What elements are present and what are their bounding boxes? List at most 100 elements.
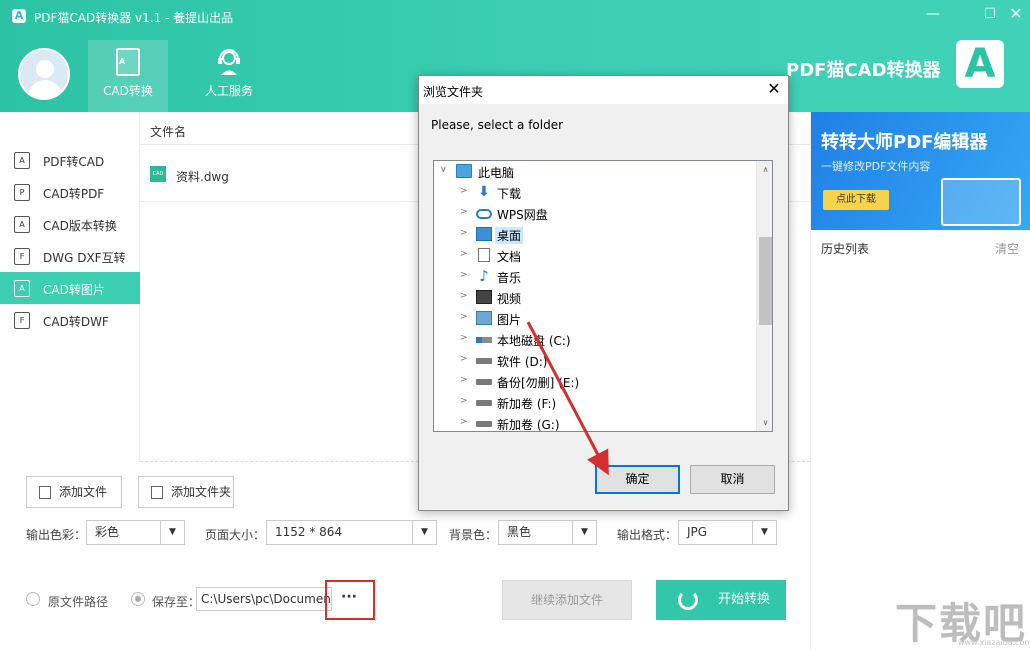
expand-icon[interactable]: > [460, 396, 470, 406]
expand-icon[interactable]: > [460, 249, 470, 259]
expand-icon[interactable]: > [460, 417, 470, 427]
tab-cad-convert[interactable]: A CAD转换 [88, 40, 168, 112]
expand-icon[interactable]: ∨ [440, 165, 450, 175]
expand-icon[interactable]: > [460, 354, 470, 364]
tree-item-drive-e[interactable]: > 备份[勿删] (E:) [434, 371, 752, 392]
cad-file-icon: CAD [150, 166, 166, 182]
output-color-label: 输出色彩： [26, 528, 87, 542]
sidebar-item-pdf-to-cad[interactable]: A PDF转CAD [0, 144, 140, 176]
expand-icon[interactable]: > [460, 186, 470, 196]
sidebar-item-cad-to-image[interactable]: A CAD转图片 [0, 272, 140, 304]
brand-name: PDF猫CAD转换器 [786, 60, 941, 81]
browse-folder-dialog: 浏览文件夹 ✕ Please, select a folder ∨ 此电脑 > … [418, 75, 789, 511]
expand-icon[interactable]: > [460, 207, 470, 217]
tree-item-drive-f[interactable]: > 新加卷 (F:) [434, 392, 752, 413]
tree-item-label: 备份[勿删] (E:) [497, 376, 580, 390]
cad-version-icon: A [14, 216, 30, 233]
dwg-dxf-icon: F [14, 248, 30, 265]
laptop-icon [941, 178, 1021, 226]
tab-human-service[interactable]: 人工服务 [189, 40, 269, 112]
tree-item-desktop[interactable]: > 桌面 [434, 224, 752, 245]
tree-item-wps-drive[interactable]: > WPS网盘 [434, 203, 752, 224]
refresh-icon [678, 590, 698, 610]
ad-title: 转转大师PDF编辑器 [821, 132, 988, 153]
scroll-up-icon[interactable]: ∧ [757, 161, 772, 178]
history-title: 历史列表 [821, 242, 870, 256]
expand-icon[interactable]: > [460, 270, 470, 280]
tree-item-label: 图片 [497, 313, 522, 327]
page-size-select[interactable]: 1152 * 864 ▼ [266, 520, 437, 545]
avatar-body-icon [28, 80, 62, 98]
scroll-down-icon[interactable]: ∨ [757, 414, 772, 431]
save-path-input[interactable]: C:\Users\pc\Documents [196, 587, 332, 611]
drive-icon [476, 358, 492, 364]
output-color-value: 彩色 [95, 525, 120, 539]
tree-item-documents[interactable]: > 文档 [434, 245, 752, 266]
download-icon: ⬇ [478, 184, 490, 200]
dialog-description: Please, select a folder [431, 118, 564, 132]
tree-item-drive-c[interactable]: > 本地磁盘 (C:) [434, 329, 752, 350]
cad-to-pdf-icon: P [14, 184, 30, 201]
sidebar-item-label: CAD转DWF [43, 315, 109, 329]
sidebar-item-cad-to-pdf[interactable]: P CAD转PDF [0, 176, 140, 208]
expand-icon[interactable]: > [460, 228, 470, 238]
pictures-icon [476, 311, 492, 325]
close-button[interactable]: ✕ [1003, 4, 1029, 24]
ad-banner[interactable]: 转转大师PDF编辑器 一键修改PDF文件内容 点此下载 [811, 112, 1030, 230]
cad-to-dwf-icon: F [14, 312, 30, 329]
background-color-select[interactable]: 黑色 ▼ [498, 520, 597, 545]
save-to-radio[interactable] [131, 592, 145, 606]
cloud-icon [476, 209, 492, 219]
output-color-select[interactable]: 彩色 ▼ [86, 520, 185, 545]
tab-human-service-label: 人工服务 [204, 84, 253, 98]
scroll-thumb[interactable] [759, 237, 772, 325]
sidebar-item-cad-to-dwf[interactable]: F CAD转DWF [0, 304, 140, 336]
clear-history-button[interactable]: 清空 [995, 240, 1019, 257]
page-size-value: 1152 * 864 [275, 525, 343, 539]
avatar-head-icon [36, 60, 54, 78]
tree-item-videos[interactable]: > 视频 [434, 287, 752, 308]
add-folder-button[interactable]: 添加文件夹 [138, 476, 234, 508]
add-file-button[interactable]: 添加文件 [26, 476, 122, 508]
user-avatar[interactable] [18, 48, 70, 100]
tree-item-music[interactable]: > ♪ 音乐 [434, 266, 752, 287]
tree-item-label: 本地磁盘 (C:) [497, 334, 571, 348]
folder-tree[interactable]: ∨ 此电脑 > ⬇ 下载 > WPS网盘 > 桌面 > 文档 > ♪ 音乐 > … [433, 160, 773, 432]
chevron-down-icon: ▼ [160, 521, 184, 544]
tree-item-downloads[interactable]: > ⬇ 下载 [434, 182, 752, 203]
output-format-label: 输出格式： [617, 528, 678, 542]
tree-item-label: 此电脑 [478, 166, 515, 180]
dialog-title-bar: 浏览文件夹 ✕ [419, 76, 788, 104]
expand-icon[interactable]: > [460, 291, 470, 301]
expand-icon[interactable]: > [460, 312, 470, 322]
expand-icon[interactable]: > [460, 333, 470, 343]
dialog-close-button[interactable]: ✕ [765, 80, 783, 98]
continue-add-button[interactable]: 继续添加文件 [502, 580, 632, 620]
ad-download-button[interactable]: 点此下载 [823, 190, 889, 210]
maximize-button[interactable]: ☐ [977, 4, 1003, 24]
tree-item-drive-d[interactable]: > 软件 (D:) [434, 350, 752, 371]
cad-to-image-icon: A [14, 280, 30, 297]
drive-icon [476, 379, 492, 385]
expand-icon[interactable]: > [460, 375, 470, 385]
music-icon: ♪ [479, 267, 489, 285]
sidebar-item-label: PDF转CAD [43, 155, 105, 169]
minimize-button[interactable]: — [920, 4, 946, 24]
cancel-button[interactable]: 取消 [690, 465, 775, 494]
sidebar-item-cad-version[interactable]: A CAD版本转换 [0, 208, 140, 240]
tree-item-label: 文档 [497, 250, 522, 264]
start-convert-button[interactable]: 开始转换 [656, 580, 786, 620]
original-path-radio[interactable] [26, 592, 40, 606]
ok-button[interactable]: 确定 [595, 465, 680, 494]
tree-item-drive-g[interactable]: > 新加卷 (G:) [434, 413, 752, 431]
watermark-url: www.xiazaiba.com [958, 638, 1030, 647]
tree-scrollbar[interactable]: ∧ ∨ [756, 161, 772, 431]
chevron-down-icon: ▼ [412, 521, 436, 544]
tree-item-this-pc[interactable]: ∨ 此电脑 [434, 161, 752, 182]
tree-item-pictures[interactable]: > 图片 [434, 308, 752, 329]
sidebar-item-dwg-dxf[interactable]: F DWG DXF互转 [0, 240, 140, 272]
output-format-select[interactable]: JPG ▼ [678, 520, 777, 545]
title-bar: A PDF猫CAD转换器 v1.1 - 養提山出品 — ☐ ✕ [0, 0, 1030, 32]
start-convert-label: 开始转换 [718, 592, 771, 607]
headset-icon [216, 48, 242, 76]
